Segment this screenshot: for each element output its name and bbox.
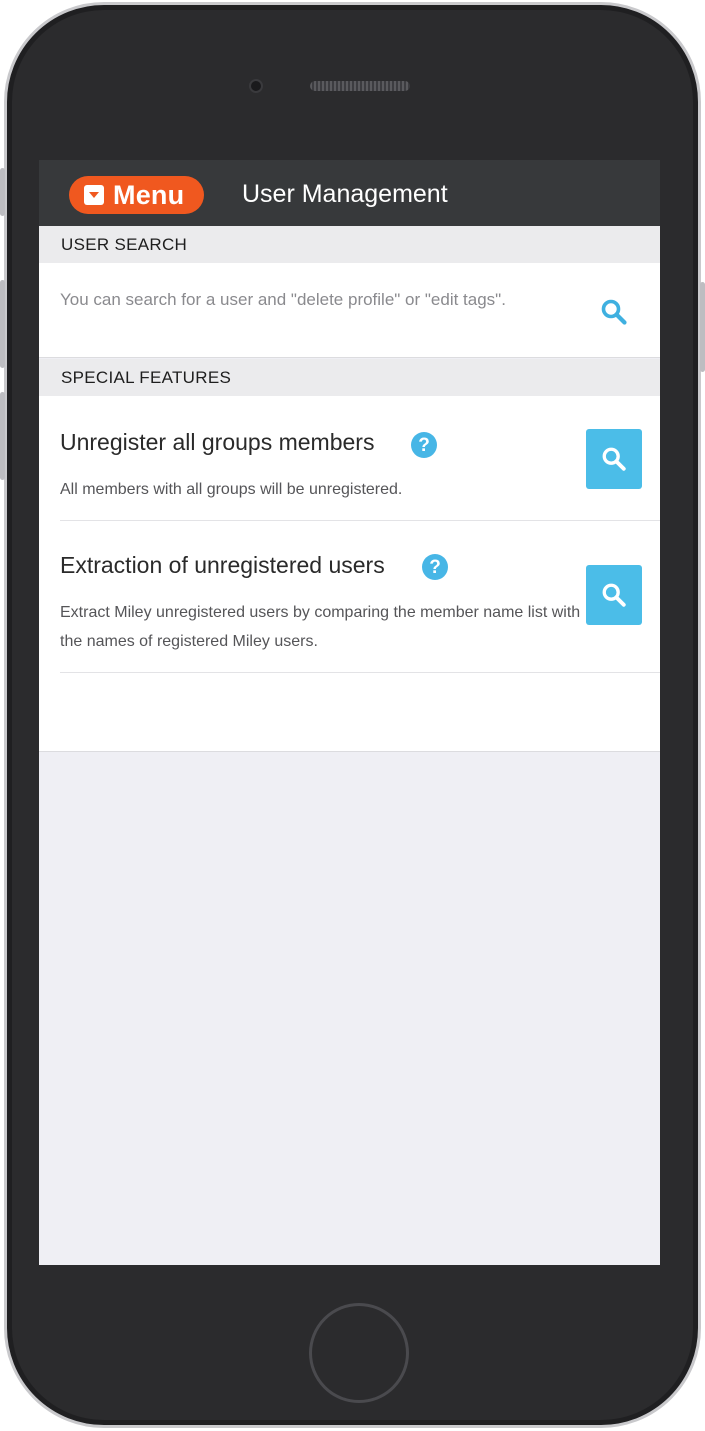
search-icon <box>602 583 626 607</box>
feature-title-unregister-members: Unregister all groups members <box>60 429 375 455</box>
section-header-special-features: SPECIAL FEATURES <box>39 359 660 396</box>
special-features-list: Unregister all groups members ? All memb… <box>39 396 660 752</box>
home-button[interactable] <box>309 1303 409 1403</box>
volume-down-button <box>0 392 5 480</box>
section-header-user-search: USER SEARCH <box>39 226 660 263</box>
feature-description-extract-unregistered: Extract Miley unregistered users by comp… <box>60 604 581 650</box>
menu-button-label: Menu <box>113 179 185 210</box>
navigation-bar: Menu User Management <box>39 160 660 226</box>
search-icon[interactable] <box>600 298 628 326</box>
user-search-row[interactable]: You can search for a user and "delete pr… <box>39 263 660 358</box>
unregister-members-search-button[interactable] <box>586 429 642 489</box>
help-icon[interactable]: ? <box>411 432 437 458</box>
dropdown-box-icon <box>84 185 104 205</box>
mute-switch <box>0 168 5 216</box>
user-search-description: You can search for a user and "delete pr… <box>60 290 506 309</box>
feature-title-extract-unregistered: Extraction of unregistered users <box>60 552 385 578</box>
power-button <box>700 282 705 372</box>
menu-button[interactable]: Menu <box>69 176 204 214</box>
feature-divider <box>60 672 660 673</box>
search-icon <box>602 447 626 471</box>
help-icon[interactable]: ? <box>422 554 448 580</box>
feature-divider <box>60 520 660 521</box>
volume-up-button <box>0 280 5 368</box>
page-title: User Management <box>242 180 448 208</box>
extract-unregistered-search-button[interactable] <box>586 565 642 625</box>
front-camera <box>249 79 263 93</box>
earpiece-speaker <box>310 81 410 91</box>
app-screen: Menu User Management USER SEARCH You can… <box>39 160 660 1265</box>
feature-description-unregister-members: All members with all groups will be unre… <box>60 481 403 498</box>
